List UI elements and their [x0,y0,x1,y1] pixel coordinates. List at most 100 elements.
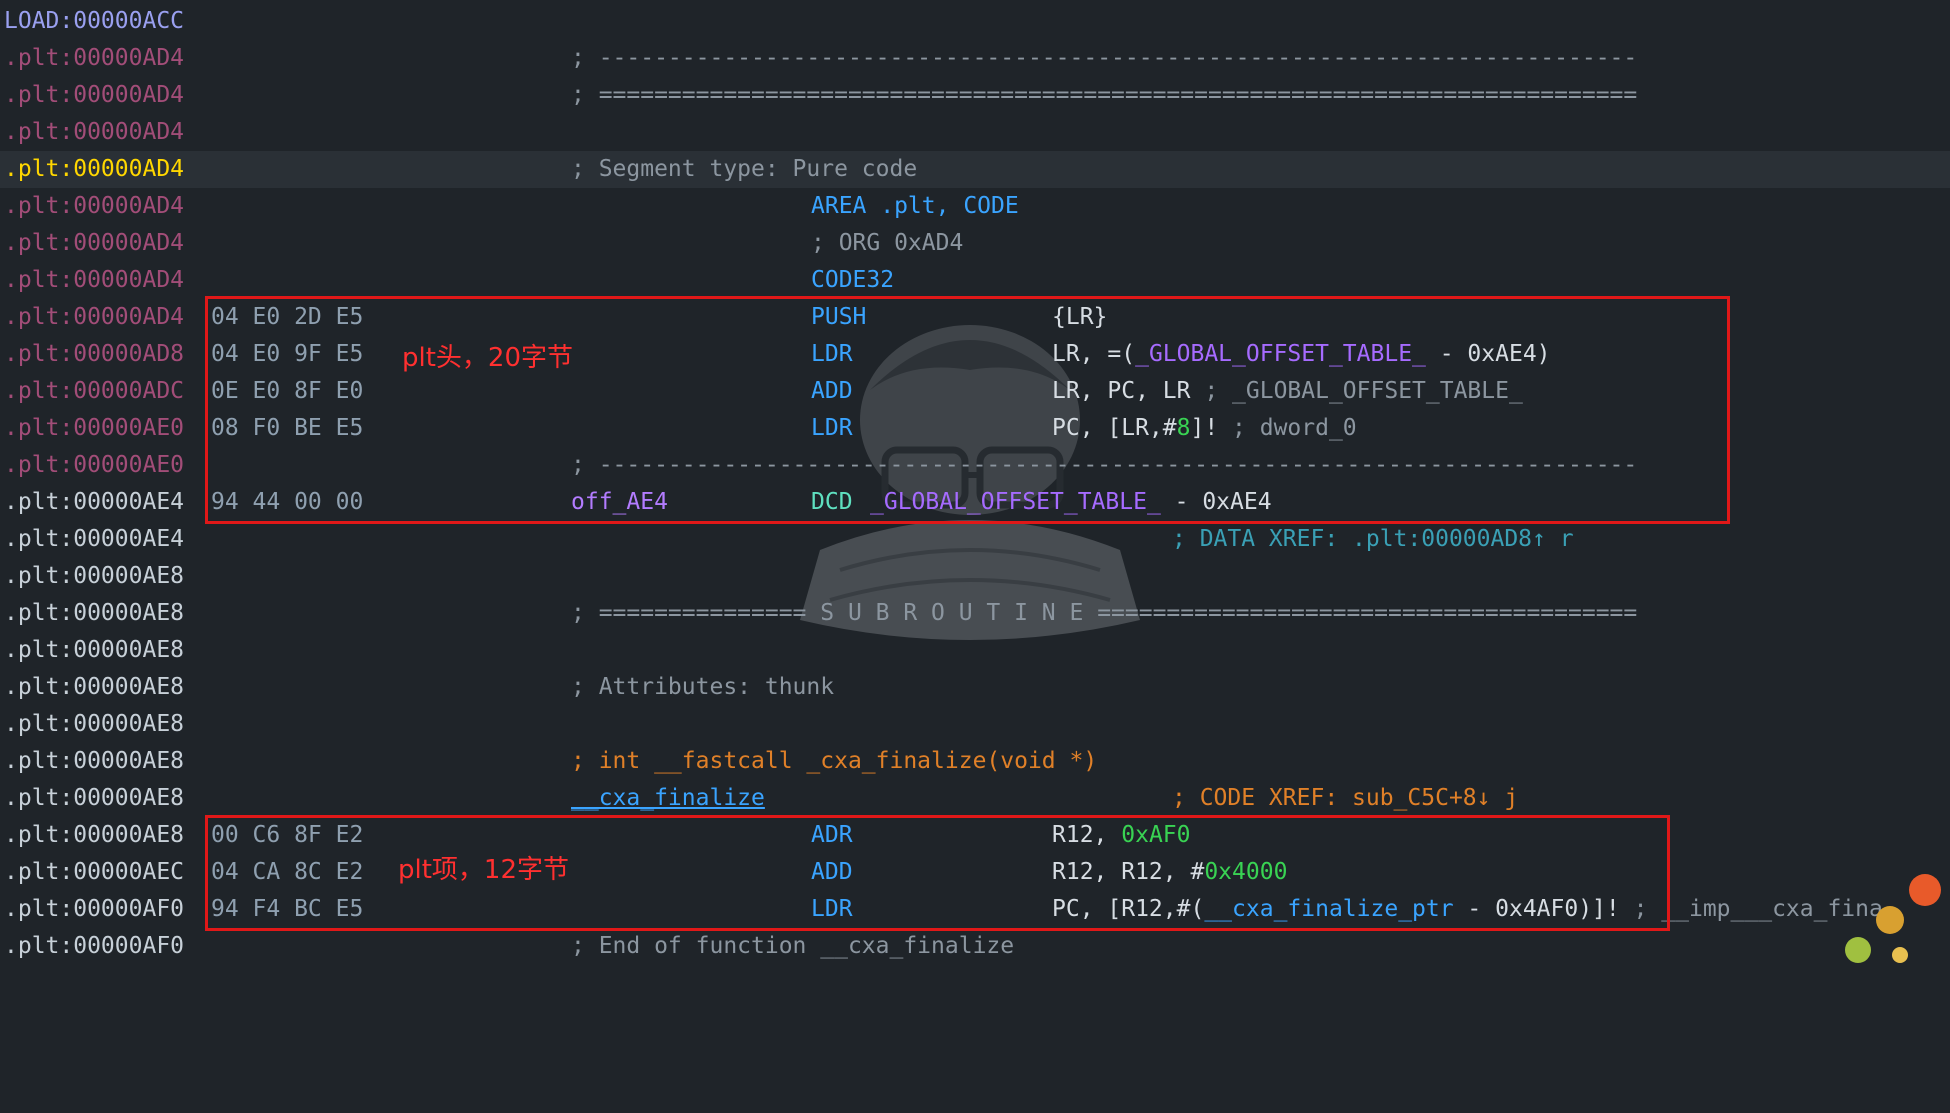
line-address: .plt:00000AE4 [4,526,185,552]
operand-text: - 0x4AF0)]! [1453,896,1620,922]
listing-line[interactable]: .plt:00000AE0 08 F0 BE E5 LDR PC, [LR,#8… [0,410,1950,447]
listing-line[interactable]: .plt:00000AD4 [0,114,1950,151]
code-xref-comment[interactable]: ; CODE XREF: sub_C5C+8↓ j [1172,780,1518,817]
line-address: .plt:00000AD4 [4,230,185,256]
listing-line[interactable]: .plt:00000AD4 CODE32 [0,262,1950,299]
data-label-link[interactable]: off_AE4 [571,484,668,521]
function-name-label[interactable]: __cxa_finalize [571,780,765,817]
listing-line[interactable]: .plt:00000AE8 __cxa_finalize ; CODE XREF… [0,780,1950,817]
operand-symbol-link[interactable]: __cxa_finalize_ptr [1204,896,1453,922]
line-address: .plt:00000AD4 [4,82,185,108]
opcode-bytes: 94 44 00 00 [211,489,364,515]
line-address: .plt:00000AE0 [4,415,185,441]
separator-comment: ; --------------------------------------… [571,452,1638,478]
line-address: .plt:00000AE8 [4,711,185,737]
line-address: .plt:00000AE8 [4,563,185,589]
plt-entry-annotation: plt项，12字节 [398,855,570,885]
line-address: .plt:00000AD4 [4,45,185,71]
listing-line[interactable]: .plt:00000AEC 04 CA 8C E2 ADD R12, R12, … [0,854,1950,891]
end-of-function-comment: ; End of function __cxa_finalize [571,933,1015,959]
operand-text: PC, [LR,# [1052,415,1177,441]
listing-line[interactable]: .plt:00000AD4 ; ========================… [0,77,1950,114]
listing-line[interactable]: .plt:00000AE4 ; DATA XREF: .plt:00000AD8… [0,521,1950,558]
operand-text: - 0xAE4) [1425,341,1551,367]
opcode-bytes: 04 E0 9F E5 [211,341,364,367]
line-comment: ; dword_0 [1218,415,1357,441]
opcode-bytes: 04 CA 8C E2 [211,859,364,885]
instruction-mnemonic[interactable]: DCD [811,484,853,521]
listing-line[interactable]: .plt:00000AE8 00 C6 8F E2 ADR R12, 0xAF0 [0,817,1950,854]
listing-line[interactable]: .plt:00000AF0 94 F4 BC E5 LDR PC, [R12,#… [0,891,1950,928]
attributes-comment: ; Attributes: thunk [571,674,835,700]
line-address: .plt:00000AF0 [4,933,185,959]
line-address: LOAD:00000ACC [4,8,185,34]
instruction-operands[interactable]: {LR} [1052,299,1107,336]
line-address: .plt:00000AD4 [4,267,185,293]
listing-line[interactable]: .plt:00000AE8 ; =============== S U B R … [0,595,1950,632]
line-address: .plt:00000ADC [4,378,185,404]
line-address: .plt:00000AE0 [4,452,185,478]
listing-line[interactable]: .plt:00000AD4 ; ------------------------… [0,40,1950,77]
listing-line[interactable]: .plt:00000AE0 ; ------------------------… [0,447,1950,484]
instruction-operands[interactable]: _GLOBAL_OFFSET_TABLE_ - 0xAE4 [870,484,1272,521]
line-comment: ; _GLOBAL_OFFSET_TABLE_ [1190,378,1523,404]
listing-line[interactable]: .plt:00000AD4 AREA .plt, CODE [0,188,1950,225]
line-address: .plt:00000AD4 [4,304,185,330]
operand-symbol-link[interactable]: _GLOBAL_OFFSET_TABLE_ [1135,341,1426,367]
instruction-mnemonic[interactable]: PUSH [811,299,866,336]
operand-text: PC, [R12,#( [1052,896,1205,922]
org-comment: ; ORG 0xAD4 [811,230,964,256]
line-address: .plt:00000AE8 [4,785,185,811]
line-address: .plt:00000AE8 [4,637,185,663]
listing-line[interactable]: .plt:00000AE8 [0,632,1950,669]
listing-line[interactable]: LOAD:00000ACC [0,3,1950,40]
code32-directive: CODE32 [811,267,895,293]
operand-number: 0xAF0 [1121,822,1191,848]
operand-number: 0x4000 [1204,859,1288,885]
operand-text: R12, R12, # [1052,859,1205,885]
data-xref-comment[interactable]: ; DATA XREF: .plt:00000AD8↑ r [1172,521,1574,558]
instruction-operands[interactable]: LR, PC, LR ; _GLOBAL_OFFSET_TABLE_ [1052,373,1523,410]
line-address: .plt:00000AEC [4,859,185,885]
operand-text: ]! [1190,415,1219,441]
line-address: .plt:00000AE8 [4,748,185,774]
opcode-bytes: 00 C6 8F E2 [211,822,364,848]
instruction-mnemonic[interactable]: ADD [811,854,853,891]
function-prototype-comment: ; int __fastcall _cxa_finalize(void *) [571,748,1098,774]
instruction-mnemonic[interactable]: LDR [811,891,853,928]
instruction-operands[interactable]: PC, [LR,#8]! ; dword_0 [1052,410,1357,447]
instruction-operands[interactable]: PC, [R12,#(__cxa_finalize_ptr - 0x4AF0)]… [1052,891,1883,928]
opcode-bytes: 0E E0 8F E0 [211,378,364,404]
separator-comment: ; --------------------------------------… [571,45,1638,71]
opcode-bytes: 94 F4 BC E5 [211,896,364,922]
listing-line[interactable]: .plt:00000AF0 ; End of function __cxa_fi… [0,928,1950,965]
instruction-mnemonic[interactable]: ADR [811,817,853,854]
listing-line[interactable]: .plt:00000AD4 ; ORG 0xAD4 [0,225,1950,262]
listing-line-current[interactable]: .plt:00000AD4 ; Segment type: Pure code [0,151,1950,188]
listing-line[interactable]: .plt:00000AE8 [0,706,1950,743]
instruction-operands[interactable]: LR, =(_GLOBAL_OFFSET_TABLE_ - 0xAE4) [1052,336,1551,373]
instruction-mnemonic[interactable]: ADD [811,373,853,410]
listing-line[interactable]: .plt:00000ADC 0E E0 8F E0 ADD LR, PC, LR… [0,373,1950,410]
operand-symbol-link[interactable]: _GLOBAL_OFFSET_TABLE_ [870,489,1161,515]
subroutine-separator: ; =============== S U B R O U T I N E ==… [571,600,1638,626]
line-address: .plt:00000AD8 [4,341,185,367]
separator-comment: ; ======================================… [571,82,1638,108]
listing-line[interactable]: .plt:00000AD8 04 E0 9F E5 LDR LR, =(_GLO… [0,336,1950,373]
instruction-operands[interactable]: R12, 0xAF0 [1052,817,1191,854]
listing-line[interactable]: .plt:00000AE8 ; Attributes: thunk [0,669,1950,706]
line-address: .plt:00000AD4 [4,119,185,145]
listing-line[interactable]: .plt:00000AE8 ; int __fastcall _cxa_fina… [0,743,1950,780]
operand-number: 8 [1176,415,1191,441]
operand-text: - 0xAE4 [1160,489,1272,515]
listing-line[interactable]: .plt:00000AD4 04 E0 2D E5 PUSH {LR} [0,299,1950,336]
line-address-current: .plt:00000AD4 [4,156,185,182]
listing-line[interactable]: .plt:00000AE8 [0,558,1950,595]
instruction-mnemonic[interactable]: LDR [811,336,853,373]
operand-text: LR, PC, LR [1052,378,1191,404]
operand-text: LR, =( [1052,341,1136,367]
line-comment: ; __imp___cxa_fina [1619,896,1883,922]
instruction-operands[interactable]: R12, R12, #0x4000 [1052,854,1287,891]
instruction-mnemonic[interactable]: LDR [811,410,853,447]
listing-line[interactable]: .plt:00000AE4 94 44 00 00 off_AE4 DCD _G… [0,484,1950,521]
